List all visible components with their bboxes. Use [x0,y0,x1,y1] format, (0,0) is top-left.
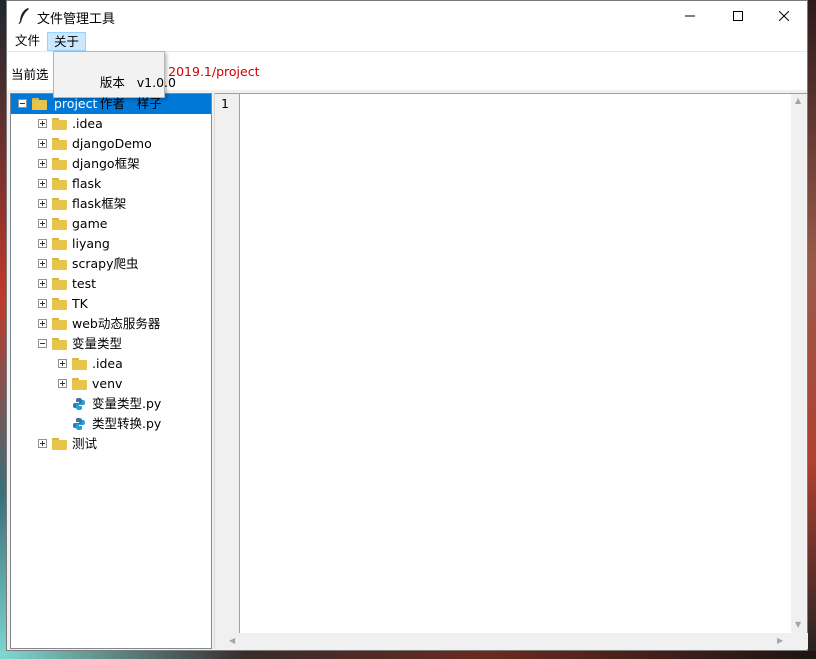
tree-item-label: venv [92,376,123,391]
python-file-icon [73,398,85,410]
menu-bar: 文件 关于 [7,31,807,52]
folder-icon [72,378,87,390]
folder-icon [52,158,67,170]
tree-folder-item[interactable]: django框架 [11,154,211,174]
folder-icon [52,198,67,210]
minimize-button[interactable] [667,1,713,31]
folder-icon [32,98,47,110]
folder-icon [52,438,67,450]
author-value: 样子 [136,96,162,111]
scroll-down-icon[interactable]: ▼ [795,620,801,630]
expand-plus-icon[interactable] [58,359,67,368]
expand-plus-icon[interactable] [38,439,47,448]
tree-item-label: flask框架 [72,196,127,211]
close-icon [779,11,789,21]
folder-icon [52,278,67,290]
tree-item-label: TK [72,296,88,311]
tree-folder-item[interactable]: djangoDemo [11,134,211,154]
line-number-gutter: 1 [215,94,240,634]
tree-folder-item[interactable]: 测试 [11,434,211,454]
feather-icon [18,8,29,25]
maximize-button[interactable] [715,1,761,31]
scroll-right-icon[interactable]: ▶ [777,636,783,646]
expand-plus-icon[interactable] [38,219,47,228]
menu-about[interactable]: 关于 [47,32,87,51]
desktop-background-right [808,0,816,659]
tree-item-label: 测试 [72,436,98,451]
tree-folder-item[interactable]: flask框架 [11,194,211,214]
tree-item-label: test [72,276,97,291]
file-tree[interactable]: project .idea djangoDemo django框架 flask flask… [10,93,212,649]
tree-folder-item[interactable]: test [11,274,211,294]
scroll-up-icon[interactable]: ▲ [795,96,801,106]
tree-folder-item[interactable]: liyang [11,234,211,254]
tree-item-label: 变量类型 [72,336,123,351]
menu-file[interactable]: 文件 [9,32,46,50]
tree-item-label: scrapy爬虫 [72,256,139,271]
folder-icon [52,218,67,230]
menu-item-author[interactable]: 作者 样子 [76,78,162,127]
expand-plus-icon[interactable] [38,159,47,168]
tree-file-item[interactable]: 变量类型.py [11,394,211,414]
tree-item-label: django框架 [72,156,140,171]
scroll-left-icon[interactable]: ◀ [229,636,235,646]
tree-folder-item[interactable]: 变量类型 [11,334,211,354]
tree-item-label: liyang [72,236,110,251]
expand-plus-icon[interactable] [38,259,47,268]
expand-plus-icon[interactable] [38,199,47,208]
tree-item-label: game [72,216,108,231]
tree-item-label: .idea [92,356,123,371]
title-bar[interactable]: 文件管理工具 [7,1,807,31]
expand-plus-icon[interactable] [38,279,47,288]
folder-icon [52,138,67,150]
tree-item-label: 类型转换.py [92,416,162,431]
current-path-label: 当前选 [11,67,49,82]
horizontal-scrollbar[interactable]: ◀ ▶ [215,633,808,649]
tree-folder-item[interactable]: flask [11,174,211,194]
folder-icon [52,178,67,190]
expand-plus-icon[interactable] [38,119,47,128]
code-editor[interactable]: 1 ▲ ▼ ◀ ▶ [214,93,808,649]
folder-icon [52,318,67,330]
folder-icon [52,258,67,270]
python-file-icon [73,418,85,430]
folder-icon [72,358,87,370]
tree-item-label: 变量类型.py [92,396,162,411]
collapse-minus-icon[interactable] [18,99,27,108]
folder-icon [52,338,67,350]
expand-plus-icon[interactable] [38,299,47,308]
folder-icon [52,298,67,310]
expand-plus-icon[interactable] [58,379,67,388]
collapse-minus-icon[interactable] [38,339,47,348]
tree-folder-item[interactable]: TK [11,294,211,314]
folder-icon [52,238,67,250]
tree-folder-item[interactable]: scrapy爬虫 [11,254,211,274]
expand-plus-icon[interactable] [38,179,47,188]
tree-item-label: flask [72,176,102,191]
tree-item-label: web动态服务器 [72,316,161,331]
app-window: 文件管理工具 文件 关于 当前选 m 2019.1/project 版本 v1.… [6,0,808,651]
maximize-icon [733,11,743,21]
close-button[interactable] [761,1,807,31]
window-title: 文件管理工具 [37,12,116,27]
expand-plus-icon[interactable] [38,139,47,148]
line-number: 1 [221,96,229,111]
author-label: 作者 [99,96,125,111]
tree-item-label: djangoDemo [72,136,152,151]
expand-plus-icon[interactable] [38,319,47,328]
folder-icon [52,118,67,130]
tree-folder-item[interactable]: venv [11,374,211,394]
desktop-background-bottom [0,651,816,659]
about-dropdown-menu: 版本 v1.0.0 作者 样子 [53,51,176,111]
tree-folder-item[interactable]: web动态服务器 [11,314,211,334]
tree-folder-item[interactable]: game [11,214,211,234]
tree-folder-item[interactable]: .idea [11,354,211,374]
expand-plus-icon[interactable] [38,239,47,248]
vertical-scrollbar[interactable]: ▲ ▼ [791,94,807,634]
minimize-icon [685,15,695,17]
tree-file-item[interactable]: 类型转换.py [11,414,211,434]
